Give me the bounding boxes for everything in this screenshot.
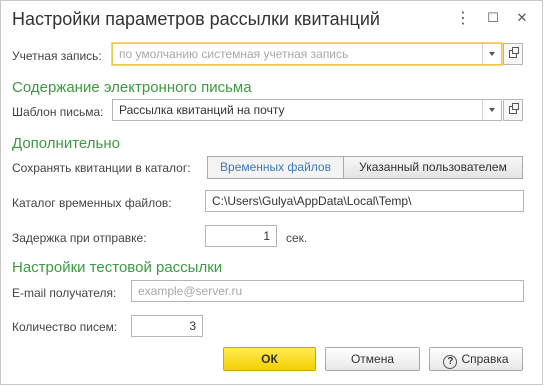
count-input[interactable]: 3: [131, 315, 203, 337]
delay-unit: сек.: [286, 231, 308, 245]
test-section-heading: Настройки тестовой рассылки: [12, 259, 223, 276]
chevron-down-icon: [489, 108, 495, 112]
help-button[interactable]: ? Справка: [429, 347, 523, 371]
dialog-title: Настройки параметров рассылки квитанций: [12, 9, 380, 29]
template-select[interactable]: Рассылка квитанций на почту: [112, 99, 502, 121]
extra-section-heading: Дополнительно: [12, 135, 120, 152]
account-select[interactable]: по умолчанию системная учетная запись: [112, 43, 502, 65]
template-label: Шаблон письма:: [12, 105, 104, 119]
open-window-icon: [509, 47, 519, 58]
open-window-icon: [509, 103, 519, 114]
cancel-button[interactable]: Отмена: [325, 347, 420, 371]
template-value: Рассылка квитанций на почту: [119, 103, 285, 117]
save-temp-files-option[interactable]: Временных файлов: [207, 156, 344, 179]
email-input[interactable]: example@server.ru: [131, 280, 524, 302]
account-open-button[interactable]: [503, 43, 523, 65]
more-options-icon[interactable]: ⋮: [455, 10, 471, 27]
save-location-label: Сохранять квитанции в каталог:: [12, 161, 191, 175]
email-label: E-mail получателя:: [12, 286, 117, 300]
delay-input[interactable]: 1: [205, 225, 277, 247]
help-icon: ?: [443, 355, 458, 369]
temp-dir-field[interactable]: C:\Users\Gulya\AppData\Local\Temp\: [205, 190, 524, 212]
settings-dialog: Настройки параметров рассылки квитанций …: [0, 0, 543, 385]
help-label: Справка: [461, 352, 509, 366]
temp-dir-label: Каталог временных файлов:: [12, 196, 172, 210]
template-dropdown-button[interactable]: [482, 100, 501, 120]
account-label: Учетная запись:: [12, 49, 102, 63]
close-icon[interactable]: ✕: [514, 10, 530, 26]
chevron-down-icon: [489, 52, 495, 56]
save-user-dir-option[interactable]: Указанный пользователем: [343, 156, 523, 179]
maximize-icon[interactable]: ☐: [485, 10, 501, 26]
ok-button[interactable]: ОК: [223, 347, 316, 371]
template-open-button[interactable]: [503, 99, 523, 121]
delay-label: Задержка при отправке:: [12, 231, 147, 245]
account-placeholder: по умолчанию системная учетная запись: [119, 47, 349, 61]
content-section-heading: Содержание электронного письма: [12, 79, 252, 96]
count-label: Количество писем:: [12, 320, 118, 334]
account-dropdown-button[interactable]: [482, 44, 501, 64]
